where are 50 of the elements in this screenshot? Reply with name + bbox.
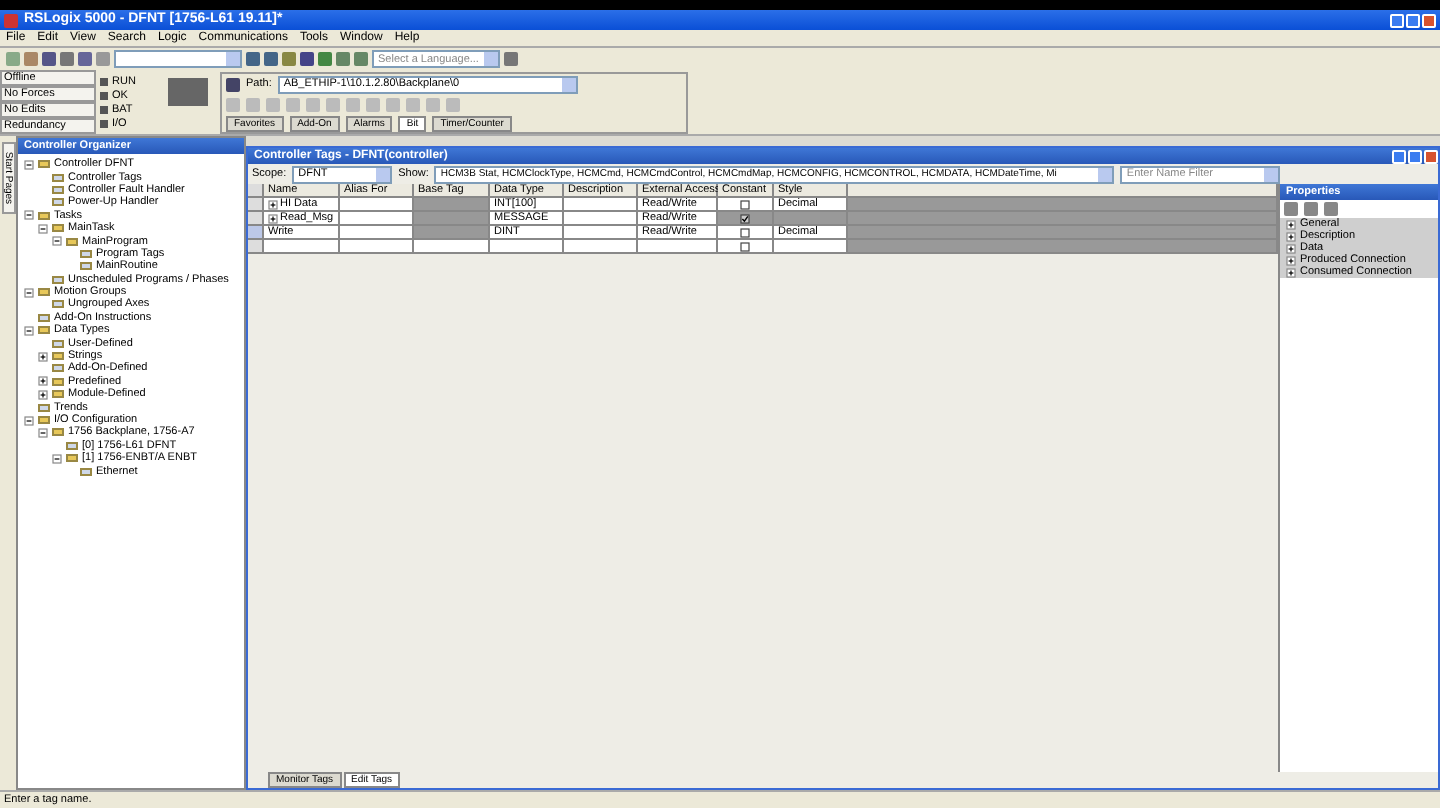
constant-checkbox[interactable] bbox=[740, 213, 750, 223]
expand-toggle[interactable] bbox=[268, 199, 278, 209]
folder-icon bbox=[52, 352, 64, 361]
expand-toggle[interactable] bbox=[24, 415, 34, 425]
expand-toggle[interactable] bbox=[24, 159, 34, 170]
minimize-button[interactable] bbox=[1392, 149, 1406, 163]
indicator-led bbox=[100, 106, 108, 114]
folder-icon bbox=[38, 288, 50, 297]
expand-toggle[interactable] bbox=[38, 351, 48, 362]
expand-toggle[interactable] bbox=[1286, 255, 1296, 265]
indicator-led bbox=[100, 78, 108, 86]
document-icon bbox=[52, 339, 64, 348]
expand-toggle[interactable] bbox=[1286, 219, 1296, 229]
folder-icon bbox=[38, 160, 50, 169]
document-icon bbox=[52, 364, 64, 373]
constant-checkbox[interactable] bbox=[740, 241, 750, 251]
expand-toggle[interactable] bbox=[1286, 243, 1296, 253]
expand-toggle[interactable] bbox=[24, 325, 34, 336]
app-icon bbox=[4, 13, 18, 27]
toolbar-combo[interactable] bbox=[114, 50, 242, 68]
expand-toggle[interactable] bbox=[52, 453, 62, 464]
maximize-button[interactable] bbox=[1408, 149, 1422, 163]
page-icon[interactable] bbox=[1324, 202, 1338, 216]
expand-toggle[interactable] bbox=[52, 236, 62, 247]
expand-toggle[interactable] bbox=[38, 376, 48, 387]
close-button[interactable] bbox=[1422, 13, 1436, 27]
document-icon bbox=[52, 275, 64, 284]
expand-toggle[interactable] bbox=[38, 427, 48, 438]
expand-toggle[interactable] bbox=[268, 213, 278, 223]
document-icon bbox=[66, 441, 78, 450]
expand-toggle[interactable] bbox=[1286, 231, 1296, 241]
expand-toggle[interactable] bbox=[24, 210, 34, 221]
keyswitch-block bbox=[168, 78, 208, 106]
expand-toggle[interactable] bbox=[38, 389, 48, 400]
maximize-button[interactable] bbox=[1406, 13, 1420, 27]
minimize-button[interactable] bbox=[1390, 13, 1404, 27]
expand-toggle[interactable] bbox=[1286, 267, 1296, 277]
document-icon bbox=[80, 467, 92, 476]
expand-toggle[interactable] bbox=[38, 223, 48, 234]
constant-checkbox[interactable] bbox=[740, 227, 750, 237]
close-button[interactable] bbox=[1424, 149, 1438, 163]
indicator-led bbox=[100, 120, 108, 128]
toolbar-icon[interactable] bbox=[504, 52, 518, 66]
folder-icon bbox=[38, 326, 50, 335]
path-icon bbox=[226, 77, 240, 91]
expand-toggle[interactable] bbox=[24, 287, 34, 298]
folder-icon bbox=[66, 454, 78, 463]
document-icon bbox=[38, 403, 50, 412]
indicator-led bbox=[100, 92, 108, 100]
constant-checkbox[interactable] bbox=[740, 199, 750, 209]
